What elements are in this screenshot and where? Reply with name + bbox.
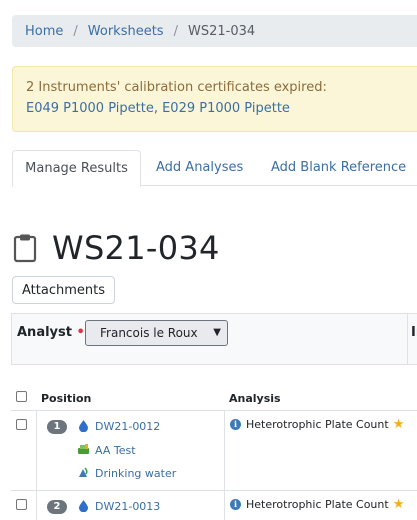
attachments-button[interactable]: Attachments — [12, 276, 115, 304]
row-checkbox[interactable] — [16, 419, 27, 430]
worksheet-tabs: Manage Results Add Analyses Add Blank Re… — [12, 150, 417, 187]
sample-point-icon — [79, 467, 88, 477]
select-all-checkbox[interactable] — [16, 391, 27, 402]
chevron-down-icon: ▼ — [213, 327, 221, 338]
water-drop-icon — [79, 500, 88, 512]
breadcrumb-home-link[interactable]: Home — [25, 24, 63, 39]
sample-link[interactable]: DW21-0012 — [95, 420, 160, 433]
required-marker: • — [76, 325, 85, 340]
tab-manage-results[interactable]: Manage Results — [12, 150, 141, 187]
clipboard-icon — [13, 234, 37, 263]
info-icon[interactable]: i — [230, 499, 241, 510]
header-analysis: Analysis — [229, 392, 281, 405]
breadcrumb-current: WS21-034 — [187, 23, 256, 39]
sample-type-icon — [78, 444, 89, 454]
analysis-cell: i Heterotrophic Plate Count ★ — [230, 417, 404, 432]
analysis-cell: i Heterotrophic Plate Count ★ — [230, 497, 404, 512]
analyst-selected-value: Francois le Roux — [100, 326, 198, 340]
position-badge: 2 — [47, 500, 67, 514]
row-checkbox[interactable] — [16, 499, 27, 510]
page-title-block: WS21-034 — [12, 226, 220, 270]
table-row: 2 DW21-0013 i Heterotrophic Plate Count … — [11, 491, 417, 520]
sample-point-link[interactable]: Drinking water — [95, 467, 176, 480]
analysis-name: Heterotrophic Plate Count — [246, 418, 389, 431]
analyst-select[interactable]: Francois le Roux ▼ — [85, 320, 228, 346]
alert-message: 2 Instruments' calibration certificates … — [26, 80, 327, 95]
breadcrumb: Home / Worksheets / WS21-034 — [12, 15, 417, 47]
column-divider — [407, 314, 408, 364]
analysis-name: Heterotrophic Plate Count — [246, 498, 389, 511]
breadcrumb-separator: / — [73, 23, 78, 39]
sample-type-link[interactable]: AA Test — [95, 444, 136, 457]
table-header: Position Analysis — [11, 386, 417, 411]
calibration-alert: 2 Instruments' calibration certificates … — [12, 66, 417, 132]
star-icon: ★ — [392, 497, 405, 512]
tab-add-blank-reference[interactable]: Add Blank Reference — [271, 150, 406, 187]
analyst-panel: Analyst • Francois le Roux ▼ In — [11, 313, 417, 365]
alert-instrument-links[interactable]: E049 P1000 Pipette, E029 P1000 Pipette — [26, 98, 417, 119]
page-title: WS21-034 — [52, 229, 220, 267]
breadcrumb-worksheets-link[interactable]: Worksheets — [88, 24, 164, 39]
position-badge: 1 — [47, 420, 67, 434]
instrument-label: In — [411, 325, 417, 340]
water-drop-icon — [79, 420, 88, 432]
star-icon: ★ — [392, 417, 405, 432]
info-icon[interactable]: i — [230, 419, 241, 430]
results-table: Position Analysis 1 DW21-0012 AA Test Dr… — [11, 386, 417, 520]
tab-add-analyses[interactable]: Add Analyses — [156, 150, 243, 187]
table-row: 1 DW21-0012 AA Test Drinking water i Het… — [11, 411, 417, 491]
sample-link[interactable]: DW21-0013 — [95, 500, 160, 513]
analyst-label: Analyst • — [17, 325, 85, 340]
header-position: Position — [41, 392, 92, 405]
breadcrumb-separator: / — [173, 23, 178, 39]
